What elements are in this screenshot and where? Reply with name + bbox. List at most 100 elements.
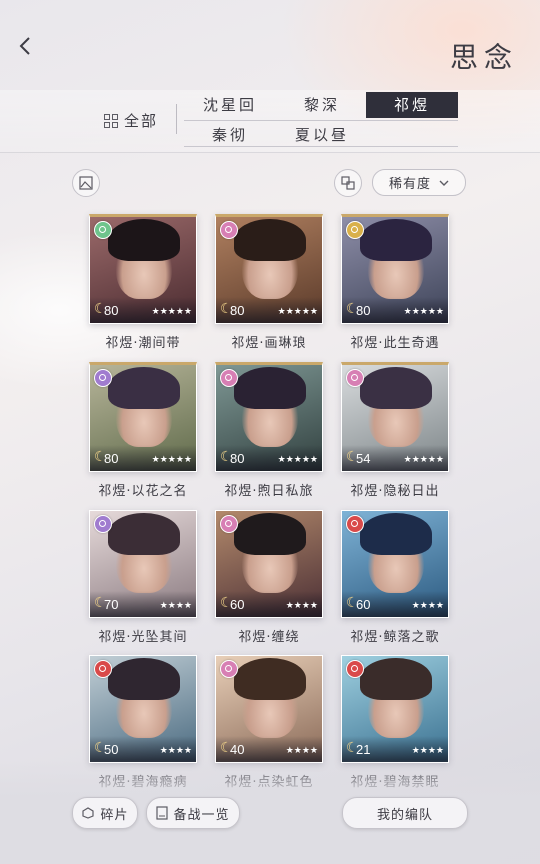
my-team-button[interactable]: 我的编队	[342, 797, 468, 829]
card-level: 60	[356, 597, 371, 612]
card-stars: ★★★★	[411, 746, 444, 756]
portrait-hair	[360, 219, 432, 261]
tab-qi-yu[interactable]: 祁煜	[366, 92, 458, 118]
card-frame: ☾ 70 ★★★★	[89, 510, 197, 618]
card-stars: ★★★★★	[403, 307, 444, 317]
page-title: 思念	[449, 41, 518, 74]
memory-card[interactable]: ☾ 80 ★★★★★ 祁煜·煦日私旅	[215, 362, 323, 499]
card-name: 祁煜·煦日私旅	[224, 484, 314, 499]
element-badge-icon	[94, 369, 112, 387]
tab-xia-yizhou[interactable]: 夏以昼	[276, 122, 368, 148]
portrait-hair	[234, 367, 306, 409]
memory-card[interactable]: ☾ 60 ★★★★ 祁煜·缠绕	[215, 510, 323, 645]
element-badge-icon	[220, 660, 238, 678]
my-team-label: 我的编队	[376, 807, 433, 823]
element-badge-icon	[220, 369, 238, 387]
card-info-bar: ☾ 21 ★★★★	[342, 736, 448, 762]
layout-toggle-button[interactable]	[334, 169, 362, 197]
card-frame: ☾ 60 ★★★★	[215, 510, 323, 618]
card-info-bar: ☾ 60 ★★★★	[342, 591, 448, 617]
card-name: 祁煜·以花之名	[98, 484, 188, 499]
element-badge-icon	[346, 660, 364, 678]
portrait-hair	[360, 513, 432, 555]
memory-card[interactable]: ☾ 54 ★★★★★ 祁煜·隐秘日出	[341, 362, 449, 499]
memory-card[interactable]: ☾ 70 ★★★★ 祁煜·光坠其间	[89, 510, 197, 645]
card-name: 祁煜·鲸落之歌	[350, 630, 440, 645]
card-frame: ☾ 21 ★★★★	[341, 655, 449, 763]
memory-card[interactable]: ☾ 80 ★★★★★ 祁煜·此生奇遇	[341, 214, 449, 351]
divider	[184, 146, 458, 147]
portrait-hair	[108, 219, 180, 261]
fragment-icon	[82, 807, 95, 819]
memory-card[interactable]: ☾ 80 ★★★★★ 祁煜·以花之名	[89, 362, 197, 499]
card-stars: ★★★★	[285, 601, 318, 611]
fragments-label: 碎片	[100, 807, 129, 823]
element-badge-icon	[346, 515, 364, 533]
filter-all-button[interactable]: 全部	[104, 110, 158, 131]
card-level: 21	[356, 742, 371, 757]
book-icon	[156, 806, 169, 820]
divider	[176, 104, 177, 134]
element-badge-icon	[94, 221, 112, 239]
card-info-bar: ☾ 60 ★★★★	[216, 591, 322, 617]
card-frame: ☾ 50 ★★★★	[89, 655, 197, 763]
card-stars: ★★★★	[159, 746, 192, 756]
memory-card[interactable]: ☾ 80 ★★★★★ 祁煜·潮间带	[89, 214, 197, 351]
portrait-hair	[234, 513, 306, 555]
card-info-bar: ☾ 50 ★★★★	[90, 736, 196, 762]
card-frame: ☾ 40 ★★★★	[215, 655, 323, 763]
memory-card[interactable]: ☾ 60 ★★★★ 祁煜·鲸落之歌	[341, 510, 449, 645]
card-frame: ☾ 80 ★★★★★	[89, 214, 197, 324]
fragments-button[interactable]: 碎片	[72, 797, 138, 829]
chevron-left-icon	[19, 37, 30, 55]
card-name: 祁煜·隐秘日出	[350, 484, 440, 499]
card-level: 80	[230, 451, 245, 466]
card-name: 祁煜·光坠其间	[98, 630, 188, 645]
card-frame: ☾ 80 ★★★★★	[341, 214, 449, 324]
memory-card[interactable]: ☾ 80 ★★★★★ 祁煜·画琳琅	[215, 214, 323, 351]
card-stars: ★★★★	[159, 601, 192, 611]
gallery-icon	[79, 176, 93, 190]
card-level: 60	[230, 597, 245, 612]
tab-li-shen[interactable]: 黎深	[276, 92, 368, 118]
element-badge-icon	[346, 221, 364, 239]
backup-overview-button[interactable]: 备战一览	[146, 797, 240, 829]
card-stars: ★★★★★	[277, 455, 318, 465]
card-level: 80	[104, 451, 119, 466]
card-frame: ☾ 54 ★★★★★	[341, 362, 449, 472]
gallery-button[interactable]	[72, 169, 100, 197]
card-level: 50	[104, 742, 119, 757]
card-frame: ☾ 80 ★★★★★	[215, 362, 323, 472]
card-level: 70	[104, 597, 119, 612]
card-info-bar: ☾ 80 ★★★★★	[90, 445, 196, 471]
card-stars: ★★★★★	[151, 455, 192, 465]
sort-dropdown[interactable]: 稀有度	[372, 169, 466, 196]
card-frame: ☾ 60 ★★★★	[341, 510, 449, 618]
card-frame: ☾ 80 ★★★★★	[215, 214, 323, 324]
portrait-hair	[234, 219, 306, 261]
card-info-bar: ☾ 70 ★★★★	[90, 591, 196, 617]
card-info-bar: ☾ 80 ★★★★★	[216, 297, 322, 323]
card-info-bar: ☾ 40 ★★★★	[216, 736, 322, 762]
tab-qin-che[interactable]: 秦彻	[184, 122, 276, 148]
element-badge-icon	[220, 515, 238, 533]
card-level: 80	[104, 303, 119, 318]
tab-shen-xinghui[interactable]: 沈星回	[184, 92, 276, 118]
element-badge-icon	[346, 369, 364, 387]
grid-icon	[104, 113, 118, 128]
chevron-down-icon	[439, 180, 449, 186]
card-name: 祁煜·缠绕	[238, 630, 300, 645]
portrait-hair	[234, 658, 306, 700]
sort-label: 稀有度	[388, 177, 431, 192]
filter-all-label: 全部	[124, 112, 159, 130]
card-level: 54	[356, 451, 371, 466]
card-name: 祁煜·潮间带	[105, 336, 181, 351]
back-button[interactable]	[14, 34, 38, 58]
layout-icon	[341, 176, 355, 190]
portrait-hair	[360, 367, 432, 409]
card-info-bar: ☾ 80 ★★★★★	[90, 297, 196, 323]
card-level: 80	[230, 303, 245, 318]
portrait-hair	[108, 658, 180, 700]
card-info-bar: ☾ 80 ★★★★★	[342, 297, 448, 323]
card-frame: ☾ 80 ★★★★★	[89, 362, 197, 472]
